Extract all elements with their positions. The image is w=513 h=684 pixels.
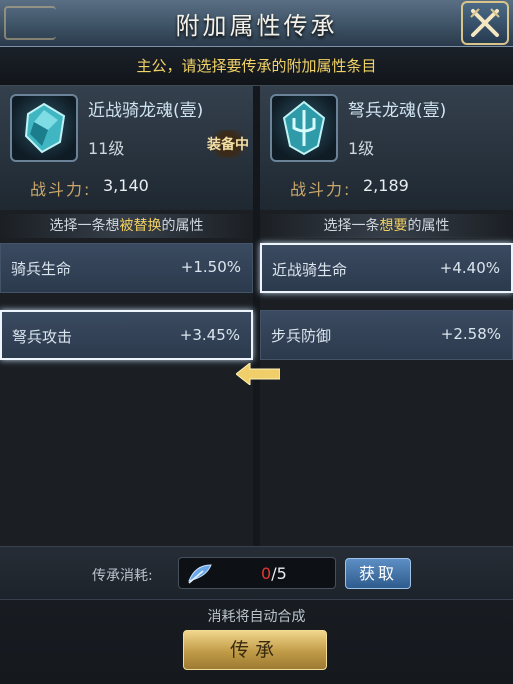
- source-item-level: 11级: [88, 139, 125, 158]
- close-button[interactable]: [461, 1, 509, 45]
- footer: 传承消耗: 0/5 获取 消耗将自动合成 传承: [0, 546, 513, 684]
- left-arrow-icon: [236, 363, 280, 385]
- source-item-card: 近战骑龙魂(壹) 11级 装备中 战斗力: 3,140: [0, 86, 253, 210]
- trident-gem-icon[interactable]: [270, 94, 338, 162]
- equipped-badge: 装备中: [206, 130, 250, 158]
- source-power-value: 3,140: [103, 176, 149, 195]
- cost-count: 0/5: [261, 564, 287, 583]
- inherit-button[interactable]: 传承: [183, 630, 327, 670]
- source-hint: 选择一条想被替换的属性: [0, 214, 253, 238]
- source-attribute-row-selected[interactable]: 弩兵攻击 +3.45%: [0, 310, 253, 360]
- target-item-level: 1级: [348, 139, 375, 158]
- cost-bar: 传承消耗: 0/5 获取: [0, 546, 513, 600]
- feather-material-icon[interactable]: [185, 561, 215, 587]
- source-panel: 近战骑龙魂(壹) 11级 装备中 战斗力: 3,140 选择一条想被替换的属性 …: [0, 86, 253, 546]
- target-item-name: 弩兵龙魂(壹): [348, 101, 447, 121]
- instruction-text: 主公，请选择要传承的附加属性条目: [0, 47, 513, 86]
- get-button[interactable]: 获取: [345, 558, 411, 589]
- target-attribute-row-selected[interactable]: 近战骑生命 +4.40%: [260, 243, 513, 293]
- title-bar: 附加属性传承: [0, 0, 513, 47]
- target-hint: 选择一条想要的属性: [260, 214, 513, 238]
- cost-label: 传承消耗:: [92, 568, 153, 584]
- page-title: 附加属性传承: [175, 12, 338, 40]
- target-attribute-row[interactable]: 步兵防御 +2.58%: [260, 310, 513, 360]
- target-power-label: 战斗力:: [290, 180, 352, 199]
- crossed-swords-icon: [470, 8, 500, 37]
- cost-box: 0/5: [178, 557, 336, 589]
- cyan-gem-icon[interactable]: [10, 94, 78, 162]
- source-power-label: 战斗力:: [30, 180, 92, 199]
- target-power-value: 2,189: [363, 176, 409, 195]
- target-item-card: 弩兵龙魂(壹) 1级 战斗力: 2,189: [260, 86, 513, 210]
- source-item-name: 近战骑龙魂(壹): [88, 101, 204, 121]
- auto-synthesis-note: 消耗将自动合成: [207, 609, 306, 625]
- source-attribute-row[interactable]: 骑兵生命 +1.50%: [0, 243, 253, 293]
- target-panel: 弩兵龙魂(壹) 1级 战斗力: 2,189 选择一条想要的属性 近战骑生命 +4…: [260, 86, 513, 546]
